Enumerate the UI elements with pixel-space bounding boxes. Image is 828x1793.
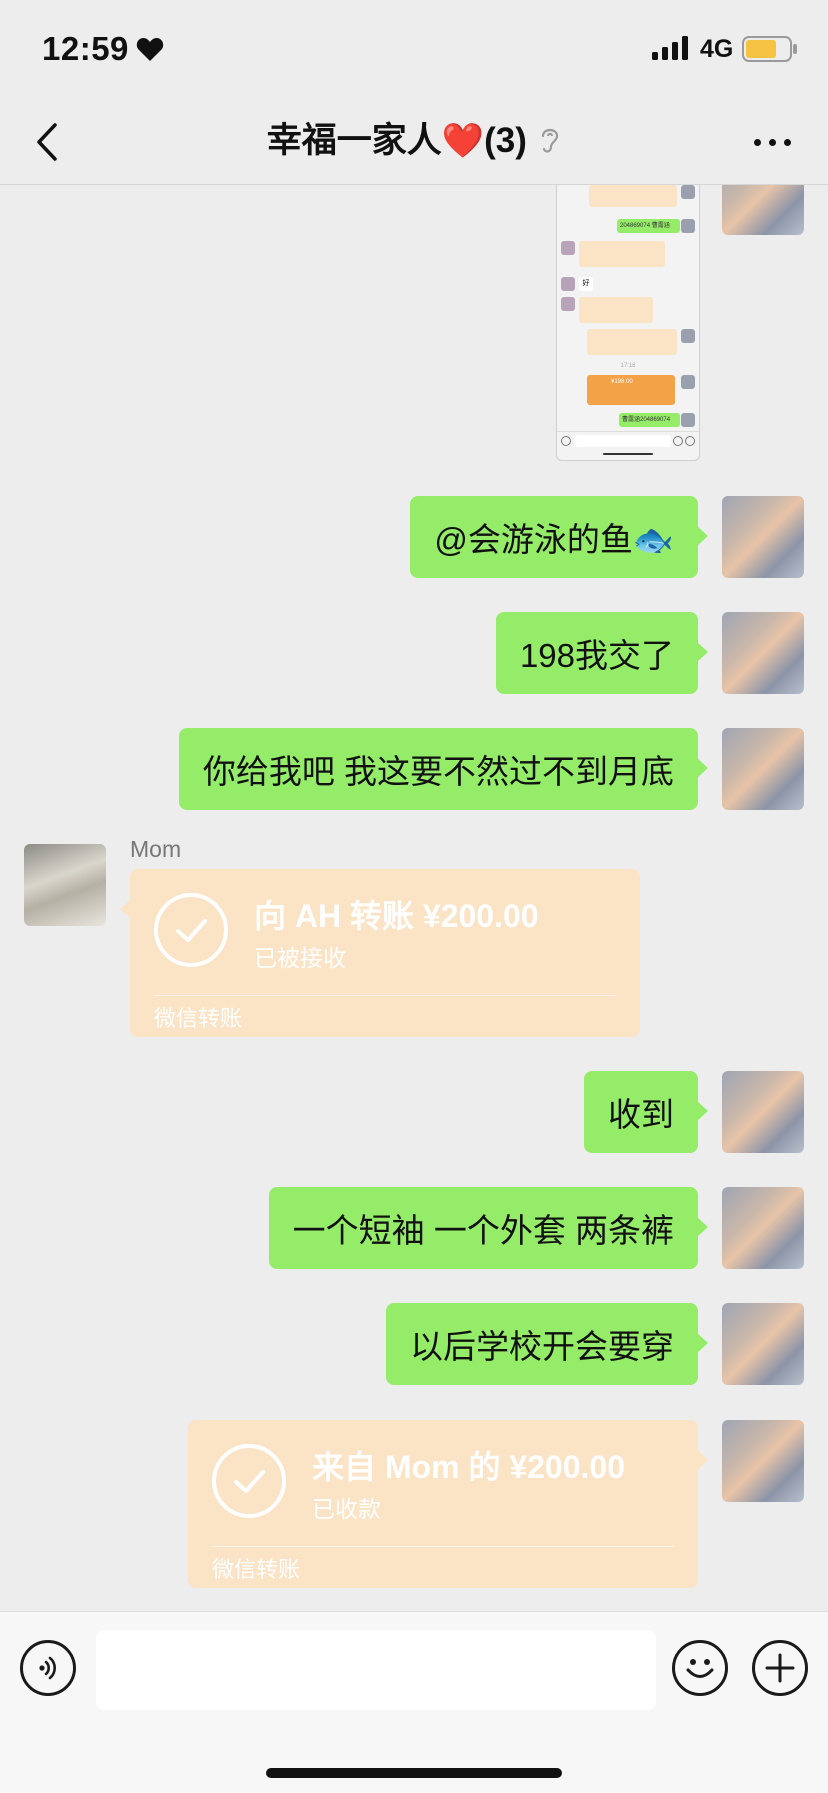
- my-avatar[interactable]: [722, 1071, 804, 1153]
- thumb-avatar: [561, 297, 575, 311]
- transfer-amount: 来自 Mom 的 ¥200.00: [312, 1449, 626, 1485]
- emoji-button[interactable]: [672, 1640, 728, 1696]
- more-dot-icon: [783, 138, 791, 146]
- thumb-transfer-amount: ¥198.00: [611, 379, 633, 385]
- transfer-footer: 微信转账: [154, 1006, 243, 1031]
- transfer-amount: 向 AH 转账 ¥200.00: [254, 898, 539, 934]
- my-avatar[interactable]: [722, 612, 804, 694]
- signal-icon: [652, 36, 688, 60]
- ear-icon: [531, 126, 561, 159]
- chat-title: 幸福一家人❤️(3): [0, 116, 828, 168]
- transfer-footer: 微信转账: [212, 1557, 301, 1582]
- input-bar: [0, 1611, 828, 1793]
- my-avatar[interactable]: [722, 1303, 804, 1385]
- voice-icon: [39, 1656, 56, 1680]
- message-bubble[interactable]: 198我交了: [495, 612, 709, 694]
- thumb-emoji-icon: [673, 436, 683, 446]
- status-bar: 12:59 4G: [0, 0, 828, 100]
- transfer-card[interactable]: 向 AH 转账 ¥200.00 已被接收 微信转账: [120, 869, 640, 1037]
- thumb-home-indicator: [603, 453, 653, 455]
- card-divider: [154, 995, 616, 996]
- my-avatar[interactable]: [722, 728, 804, 810]
- heart-icon: [136, 38, 164, 61]
- my-avatar[interactable]: [722, 1187, 804, 1269]
- thumb-transfer-card: [589, 185, 677, 207]
- more-dot-icon: [753, 138, 761, 146]
- more-button[interactable]: [740, 120, 804, 164]
- check-circle-icon: [154, 893, 228, 967]
- image-message[interactable]: 204869074 曹露涵 好 17:16 ¥198.00 曹露涵2048690…: [556, 185, 700, 461]
- thumb-transfer-card: [579, 241, 665, 267]
- back-button[interactable]: [22, 114, 72, 170]
- battery-icon: [742, 36, 797, 62]
- voice-button[interactable]: [20, 1640, 76, 1696]
- thumb-avatar: [561, 241, 575, 255]
- my-avatar[interactable]: [722, 496, 804, 578]
- member-count: (3): [484, 121, 527, 160]
- thumb-text-bubble: 好: [579, 277, 593, 291]
- message-bubble[interactable]: 以后学校开会要穿: [386, 1303, 708, 1385]
- home-indicator: [266, 1768, 562, 1778]
- thumb-transfer-active: ¥198.00: [587, 375, 675, 405]
- thumb-avatar: [681, 329, 695, 343]
- my-avatar[interactable]: [722, 1420, 804, 1502]
- thumb-divider: [557, 431, 699, 432]
- thumb-transfer-card: [579, 297, 653, 323]
- status-time: 12:59: [42, 30, 129, 67]
- card-divider: [212, 1546, 674, 1547]
- message-bubble[interactable]: 你给我吧 我这要不然过不到月底: [178, 728, 709, 810]
- mom-avatar[interactable]: [24, 844, 106, 926]
- thumb-avatar: [681, 185, 695, 199]
- thumb-text-bubble: 204869074 曹露涵: [617, 219, 680, 233]
- thumb-voice-icon: [561, 436, 571, 446]
- message-bubble[interactable]: 收到: [584, 1071, 708, 1153]
- transfer-status: 已收款: [312, 1496, 381, 1522]
- add-button[interactable]: [752, 1640, 808, 1696]
- nav-bar: 幸福一家人❤️(3): [0, 100, 828, 185]
- transfer-status: 已被接收: [254, 945, 346, 971]
- thumb-timestamp: 17:16: [620, 363, 636, 369]
- thumb-avatar: [681, 219, 695, 233]
- chat-messages[interactable]: 204869074 曹露涵 好 17:16 ¥198.00 曹露涵2048690…: [0, 185, 828, 1611]
- plus-icon: [765, 1653, 795, 1683]
- title-heart-emoji: ❤️: [441, 122, 485, 160]
- thumb-transfer-card: [587, 329, 677, 355]
- thumb-text-bubble: 曹露涵204869074: [619, 413, 680, 427]
- network-label: 4G: [700, 35, 734, 63]
- thumb-avatar: [561, 277, 575, 291]
- message-bubble[interactable]: @会游泳的鱼🐟: [410, 496, 708, 578]
- message-bubble[interactable]: 一个短袖 一个外套 两条裤: [268, 1187, 709, 1269]
- thumb-avatar: [681, 413, 695, 427]
- message-input[interactable]: [96, 1630, 656, 1710]
- emoji-icon: [686, 1659, 714, 1678]
- chevron-left-icon: [37, 123, 57, 161]
- chat-title-text: 幸福一家人: [266, 121, 442, 160]
- thumb-avatar: [681, 375, 695, 389]
- transfer-card[interactable]: 来自 Mom 的 ¥200.00 已收款 微信转账: [188, 1420, 708, 1588]
- sender-name: Mom: [130, 836, 182, 862]
- thumb-plus-icon: [685, 436, 695, 446]
- check-circle-icon: [212, 1444, 286, 1518]
- thumb-input: [575, 435, 671, 447]
- more-dot-icon: [768, 138, 776, 146]
- my-avatar[interactable]: [722, 185, 804, 235]
